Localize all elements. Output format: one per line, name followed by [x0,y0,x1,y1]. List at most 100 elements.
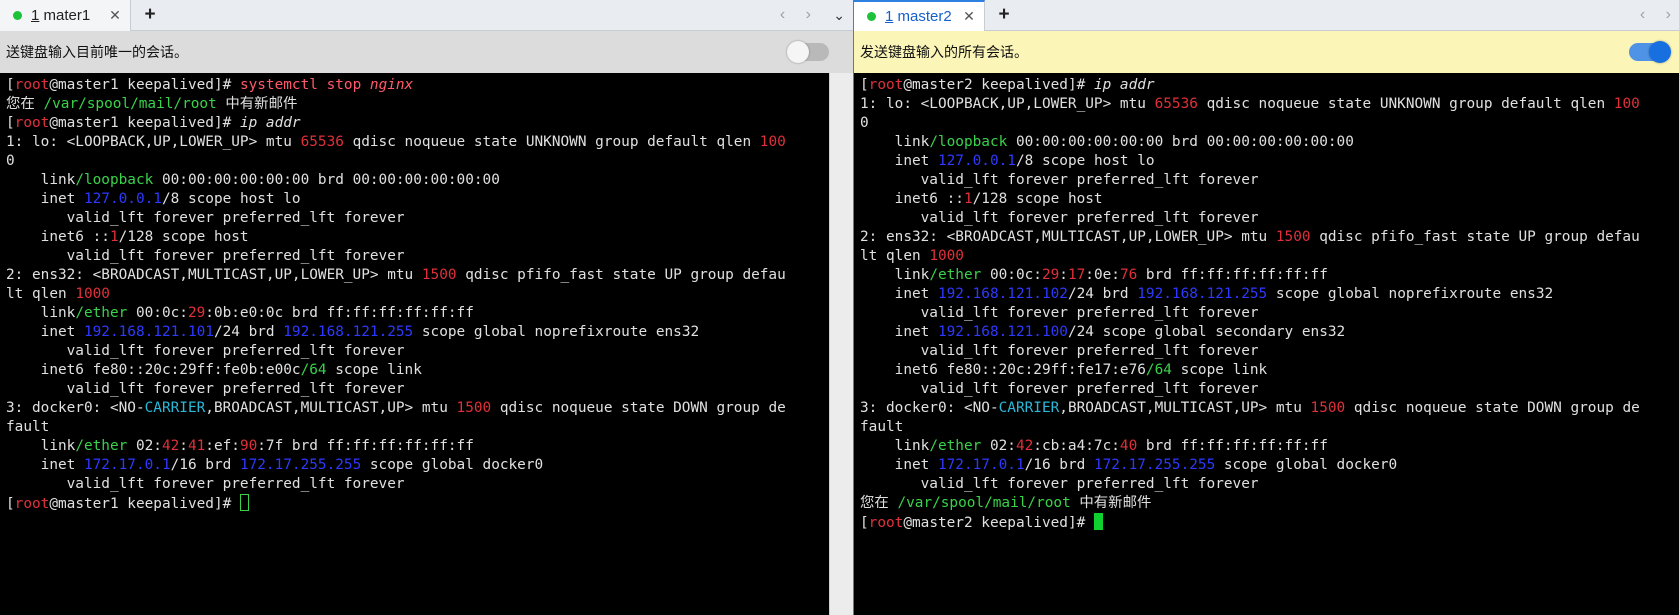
terminal-text: valid_lft forever preferred_lft forever [860,172,1259,188]
terminal-text: valid_lft forever preferred_lft forever [860,381,1259,397]
terminal-text: /8 scope host lo [161,191,301,207]
terminal-line: inet6 fe80::20c:29ff:fe17:e76/64 scope l… [860,361,1679,380]
terminal-text: CARRIER [998,400,1060,416]
terminal-text: :ef: [205,438,240,454]
new-tab-button[interactable]: + [140,5,160,25]
terminal-text: nginx [369,77,414,93]
terminal-text: scope link [1171,362,1268,378]
terminal-text: 1 [109,229,119,245]
terminal-text: lt qlen [6,286,76,302]
terminal-line: valid_lft forever preferred_lft forever [6,342,829,361]
terminal-text: scope global noprefixroute ens32 [413,324,700,340]
terminal-text: root [868,77,904,93]
broadcast-input-toggle[interactable] [1629,41,1671,63]
terminal-line: 1: lo: <LOOPBACK,UP,LOWER_UP> mtu 65536 … [860,95,1679,114]
connected-status-icon [867,12,876,21]
terminal-text: /128 scope host [972,191,1103,207]
terminal-text: valid_lft forever preferred_lft forever [6,248,405,264]
terminal-text: 您在 [860,495,898,511]
terminal-line: link/ether 00:0c:29:17:0e:76 brd ff:ff:f… [860,266,1679,285]
tab-title: 1 mater1 [31,7,106,24]
terminal-text: valid_lft forever preferred_lft forever [6,343,405,359]
terminal-text: link [860,267,930,283]
terminal-text: /16 brd [1024,457,1094,473]
tab-label: mater1 [39,7,91,24]
terminal-line: link/loopback 00:00:00:00:00:00 brd 00:0… [6,171,829,190]
close-tab-icon[interactable]: ✕ [960,8,978,25]
terminal-text: valid_lft forever preferred_lft forever [6,210,405,226]
terminal-text: @master2 keepalived]# [903,77,1094,93]
terminal-text: link [860,134,930,150]
terminal-cursor [1093,513,1103,530]
terminal-text: valid_lft forever preferred_lft forever [6,476,405,492]
terminal-text: 76 [1119,267,1138,283]
terminal-line: [root@master2 keepalived]# ip addr [860,76,1679,95]
terminal-text: 00:00:00:00:00:00 brd 00:00:00:00:00:00 [153,172,500,188]
new-tab-button[interactable]: + [994,5,1014,25]
terminal-text: 65536 [300,134,344,150]
terminal-text: inet [860,324,938,340]
terminal-text: 90 [239,438,258,454]
terminal-text: /16 brd [170,457,240,473]
broadcast-input-toggle[interactable] [787,41,829,63]
terminal-text: valid_lft forever preferred_lft forever [860,343,1259,359]
tab-bar: 1 mater1 ✕ + ‹ › ⌄ [0,0,853,31]
terminal-text: @master1 keepalived]# [49,115,240,131]
terminal-text: 1 [963,191,973,207]
terminal-line: inet 127.0.0.1/8 scope host lo [6,190,829,209]
terminal-text: inet [860,286,938,302]
tab-scroll-arrows-icon[interactable]: ‹ › [780,6,819,24]
close-tab-icon[interactable]: ✕ [106,7,124,24]
terminal-text: 中有新邮件 [1070,495,1152,511]
tab-scroll-arrows-icon[interactable]: ‹ › [1640,6,1679,24]
terminal-text: brd ff:ff:ff:ff:ff:ff [1137,438,1328,454]
terminal-text: valid_lft forever preferred_lft forever [860,476,1259,492]
terminal-text: 65536 [1154,96,1198,112]
terminal-text: inet [6,457,84,473]
terminal-text: 41 [187,438,206,454]
terminal-text: root [14,115,50,131]
terminal-text: : [179,438,188,454]
tab-mater1[interactable]: 1 mater1 ✕ [0,0,131,31]
terminal-text: fault [6,419,50,435]
terminal-text: brd ff:ff:ff:ff:ff:ff [1137,267,1328,283]
terminal-scrollbar[interactable] [829,73,853,615]
terminal-text: 中有新邮件 [216,96,298,112]
terminal-text: /8 scope host lo [1015,153,1155,169]
terminal-text: 29 [1041,267,1060,283]
tab-master2[interactable]: 1 master2 ✕ [854,0,985,31]
toggle-knob [1649,41,1671,63]
terminal-text: [ [6,496,15,512]
terminal-text: @master1 keepalived]# [49,496,240,512]
terminal-line: inet 172.17.0.1/16 brd 172.17.255.255 sc… [6,456,829,475]
terminal-text: 1500 [1310,400,1346,416]
terminal-text: /64 [1145,362,1172,378]
tab-bar: 1 master2 ✕ + ‹ › [854,0,1679,31]
terminal-text: link [6,438,76,454]
terminal-output[interactable]: [root@master1 keepalived]# systemctl sto… [0,73,829,615]
terminal-line: [root@master1 keepalived]# ip addr [6,114,829,133]
connected-status-icon [13,11,22,20]
terminal-line: valid_lft forever preferred_lft forever [860,209,1679,228]
terminal-line: inet6 ::1/128 scope host [860,190,1679,209]
terminal-line: lt qlen 1000 [860,247,1679,266]
send-keys-notice: 送键盘输入目前唯一的会话。 [0,31,853,73]
terminal-line: fault [6,418,829,437]
terminal-text: valid_lft forever preferred_lft forever [6,381,405,397]
terminal-text: /ether [75,438,128,454]
terminal-text: 42 [1015,438,1034,454]
terminal-text: /var/spool/mail/root [43,96,217,112]
terminal-line: inet 127.0.0.1/8 scope host lo [860,152,1679,171]
terminal-text: /64 [300,362,327,378]
terminal-output[interactable]: [root@master2 keepalived]# ip addr 1: lo:… [854,73,1679,615]
terminal-text: 17 [1067,267,1086,283]
terminal-line: fault [860,418,1679,437]
terminal-text: inet [6,324,84,340]
terminal-line: [root@master1 keepalived]# systemctl sto… [6,76,829,95]
terminal-line: link/loopback 00:00:00:00:00:00 brd 00:0… [860,133,1679,152]
terminal-text: 192.168.121.102 [937,286,1068,302]
terminal-text: scope global noprefixroute ens32 [1267,286,1554,302]
terminal-text: scope link [326,362,422,378]
terminal-line: inet 192.168.121.102/24 brd 192.168.121.… [860,285,1679,304]
tab-list-dropdown-icon[interactable]: ⌄ [833,7,845,24]
